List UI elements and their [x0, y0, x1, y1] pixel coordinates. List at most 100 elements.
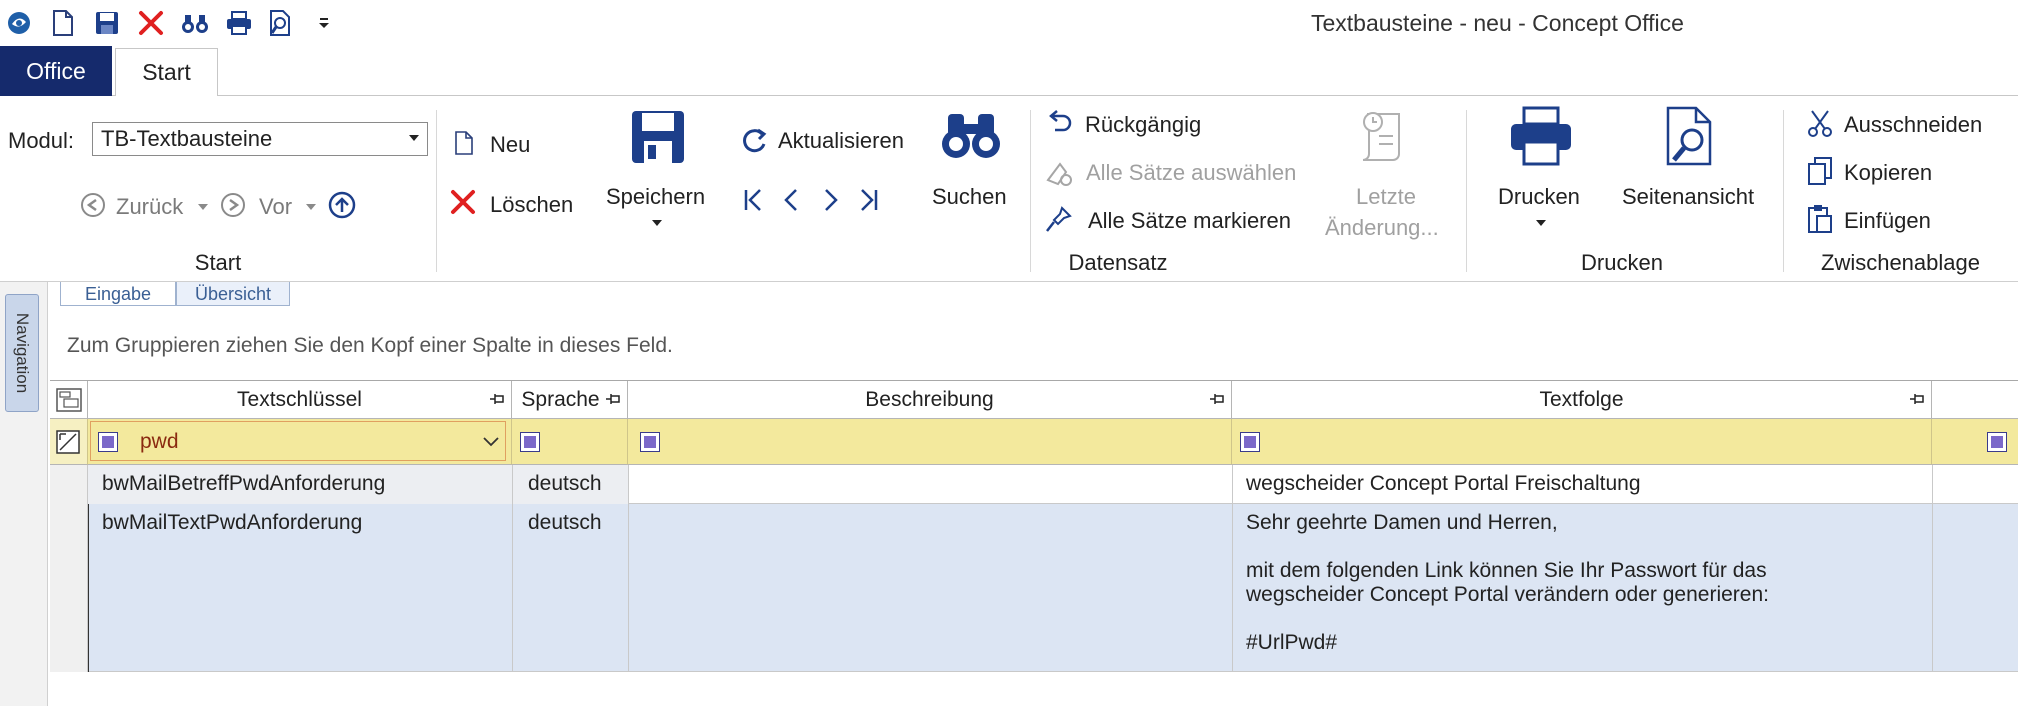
tab-start[interactable]: Start — [115, 48, 218, 97]
row-indicator[interactable] — [50, 465, 88, 504]
forward-dropdown-icon[interactable] — [306, 204, 316, 212]
print-icon — [1511, 106, 1571, 166]
refresh-icon — [743, 128, 767, 153]
group-label-start: Start — [194, 250, 242, 275]
filter-row-indicator[interactable] — [50, 419, 88, 465]
ribbon-separator — [1030, 110, 1031, 272]
save-button[interactable]: Speichern — [606, 184, 705, 210]
ribbon: Modul: TB-Textbausteine Zurück Vor Start… — [0, 96, 2018, 282]
group-label-drucken: Drucken — [1581, 250, 1663, 275]
group-label-zwischenablage: Zwischenablage — [1821, 250, 1980, 275]
last-change-label-1[interactable]: Letzte — [1356, 184, 1416, 210]
navigation-strip: Navigation — [0, 282, 48, 706]
copy-button[interactable]: Kopieren — [1844, 160, 1932, 186]
print-dropdown-icon[interactable] — [1536, 220, 1546, 228]
search-button[interactable]: Suchen — [932, 184, 1007, 210]
delete-button[interactable]: Löschen — [490, 192, 573, 218]
record-navigation — [744, 189, 878, 211]
filter-cell-beschreibung[interactable] — [628, 419, 1232, 465]
filter-cell-textschluessel[interactable]: pwd — [88, 419, 512, 465]
cell-divider — [628, 504, 629, 672]
refresh-button[interactable]: Aktualisieren — [778, 128, 904, 154]
forward-icon — [221, 193, 245, 217]
chevron-down-icon[interactable] — [482, 436, 500, 448]
page-preview-icon — [1666, 106, 1712, 166]
filter-operator-icon[interactable] — [1987, 432, 2007, 452]
last-change-label-2[interactable]: Änderung... — [1325, 215, 1439, 241]
back-button[interactable]: Zurück — [116, 194, 183, 220]
select-all-button[interactable]: Alle Sätze auswählen — [1086, 160, 1296, 186]
back-dropdown-icon[interactable] — [198, 204, 208, 212]
column-title: Textfolge — [1539, 387, 1624, 411]
up-arrow-icon[interactable] — [328, 191, 356, 219]
pin-icon[interactable] — [489, 393, 505, 405]
undo-button[interactable]: Rückgängig — [1085, 112, 1201, 138]
column-chooser-button[interactable] — [50, 381, 88, 419]
column-title: Textschlüssel — [237, 387, 362, 411]
tab-eingabe[interactable]: Eingabe — [60, 282, 176, 306]
ribbon-separator — [1783, 110, 1784, 272]
navigation-tab-label: Navigation — [13, 312, 32, 394]
select-all-icon — [1046, 162, 1072, 186]
cell-textschluessel[interactable]: bwMailTextPwdAnforderung — [102, 511, 362, 535]
column-header-textschluessel[interactable]: Textschlüssel — [88, 381, 512, 419]
column-chooser-icon — [55, 387, 82, 412]
filter-edit-icon — [56, 430, 80, 454]
filter-operator-icon[interactable] — [98, 432, 118, 452]
cell-textschluessel[interactable]: bwMailBetreffPwdAnforderung — [102, 472, 385, 496]
cell-textfolge[interactable]: Sehr geehrte Damen und Herren, mit dem f… — [1246, 511, 1769, 655]
cell-divider — [512, 465, 513, 504]
save-icon — [632, 111, 684, 163]
forward-button[interactable]: Vor — [259, 194, 292, 220]
group-by-hint: Zum Gruppieren ziehen Sie den Kopf einer… — [67, 334, 673, 357]
column-header-beschreibung[interactable]: Beschreibung — [628, 381, 1232, 419]
navigation-tab[interactable]: Navigation — [5, 294, 39, 412]
filter-operator-icon[interactable] — [640, 432, 660, 452]
column-header-textfolge[interactable]: Textfolge — [1232, 381, 1932, 419]
title-bar: Textbausteine - neu - Concept Office — [0, 0, 2018, 46]
paste-icon — [1808, 205, 1832, 233]
cell-sprache[interactable]: deutsch — [528, 472, 602, 496]
filter-operator-icon[interactable] — [1240, 432, 1260, 452]
new-button[interactable]: Neu — [490, 132, 530, 158]
filter-cell-sprache[interactable] — [512, 419, 628, 465]
mark-all-button[interactable]: Alle Sätze markieren — [1088, 208, 1291, 234]
history-scroll-icon — [1362, 112, 1400, 161]
save-dropdown-icon[interactable] — [652, 220, 662, 228]
cell-textfolge[interactable]: wegscheider Concept Portal Freischaltung — [1246, 472, 1641, 496]
filter-input-textschluessel[interactable]: pwd — [140, 430, 179, 454]
row-indicator[interactable] — [50, 504, 88, 672]
page-preview-button[interactable]: Seitenansicht — [1622, 184, 1754, 210]
column-header-sprache[interactable]: Sprache — [512, 381, 628, 419]
tab-uebersicht[interactable]: Übersicht — [176, 282, 290, 306]
cell-divider — [1932, 504, 1933, 672]
print-button[interactable]: Drucken — [1498, 184, 1580, 210]
filter-operator-icon[interactable] — [520, 432, 540, 452]
paste-button[interactable]: Einfügen — [1844, 208, 1931, 234]
modul-select-value: TB-Textbausteine — [101, 126, 273, 151]
pin-icon[interactable] — [1209, 393, 1225, 405]
cell-sprache[interactable]: deutsch — [528, 511, 602, 535]
chevron-down-icon — [409, 135, 419, 141]
copy-icon — [1808, 157, 1832, 185]
table-row[interactable]: bwMailBetreffPwdAnforderung deutsch wegs… — [50, 465, 2018, 504]
window-title: Textbausteine - neu - Concept Office — [1311, 10, 1684, 36]
group-by-panel[interactable]: Zum Gruppieren ziehen Sie den Kopf einer… — [48, 306, 2018, 380]
filter-cell-textfolge[interactable] — [1232, 419, 1932, 465]
cell-divider — [1932, 465, 1933, 504]
ribbon-separator — [1466, 110, 1467, 272]
column-header-extra[interactable] — [1932, 381, 2018, 419]
cell-divider — [1232, 504, 1233, 672]
ribbon-separator — [436, 110, 437, 272]
pin-icon[interactable] — [1909, 393, 1925, 405]
column-title: Beschreibung — [865, 387, 994, 411]
tab-office[interactable]: Office — [0, 46, 112, 96]
undo-icon — [1049, 110, 1072, 132]
ribbon-tab-row: Office Start — [0, 46, 2018, 97]
cut-button[interactable]: Ausschneiden — [1844, 112, 1982, 138]
pin-icon[interactable] — [605, 393, 621, 405]
filter-cell-extra[interactable] — [1932, 419, 2018, 465]
table-row[interactable]: bwMailTextPwdAnforderung deutsch Sehr ge… — [50, 504, 2018, 672]
cell-divider — [628, 465, 629, 504]
modul-select[interactable]: TB-Textbausteine — [92, 122, 428, 156]
